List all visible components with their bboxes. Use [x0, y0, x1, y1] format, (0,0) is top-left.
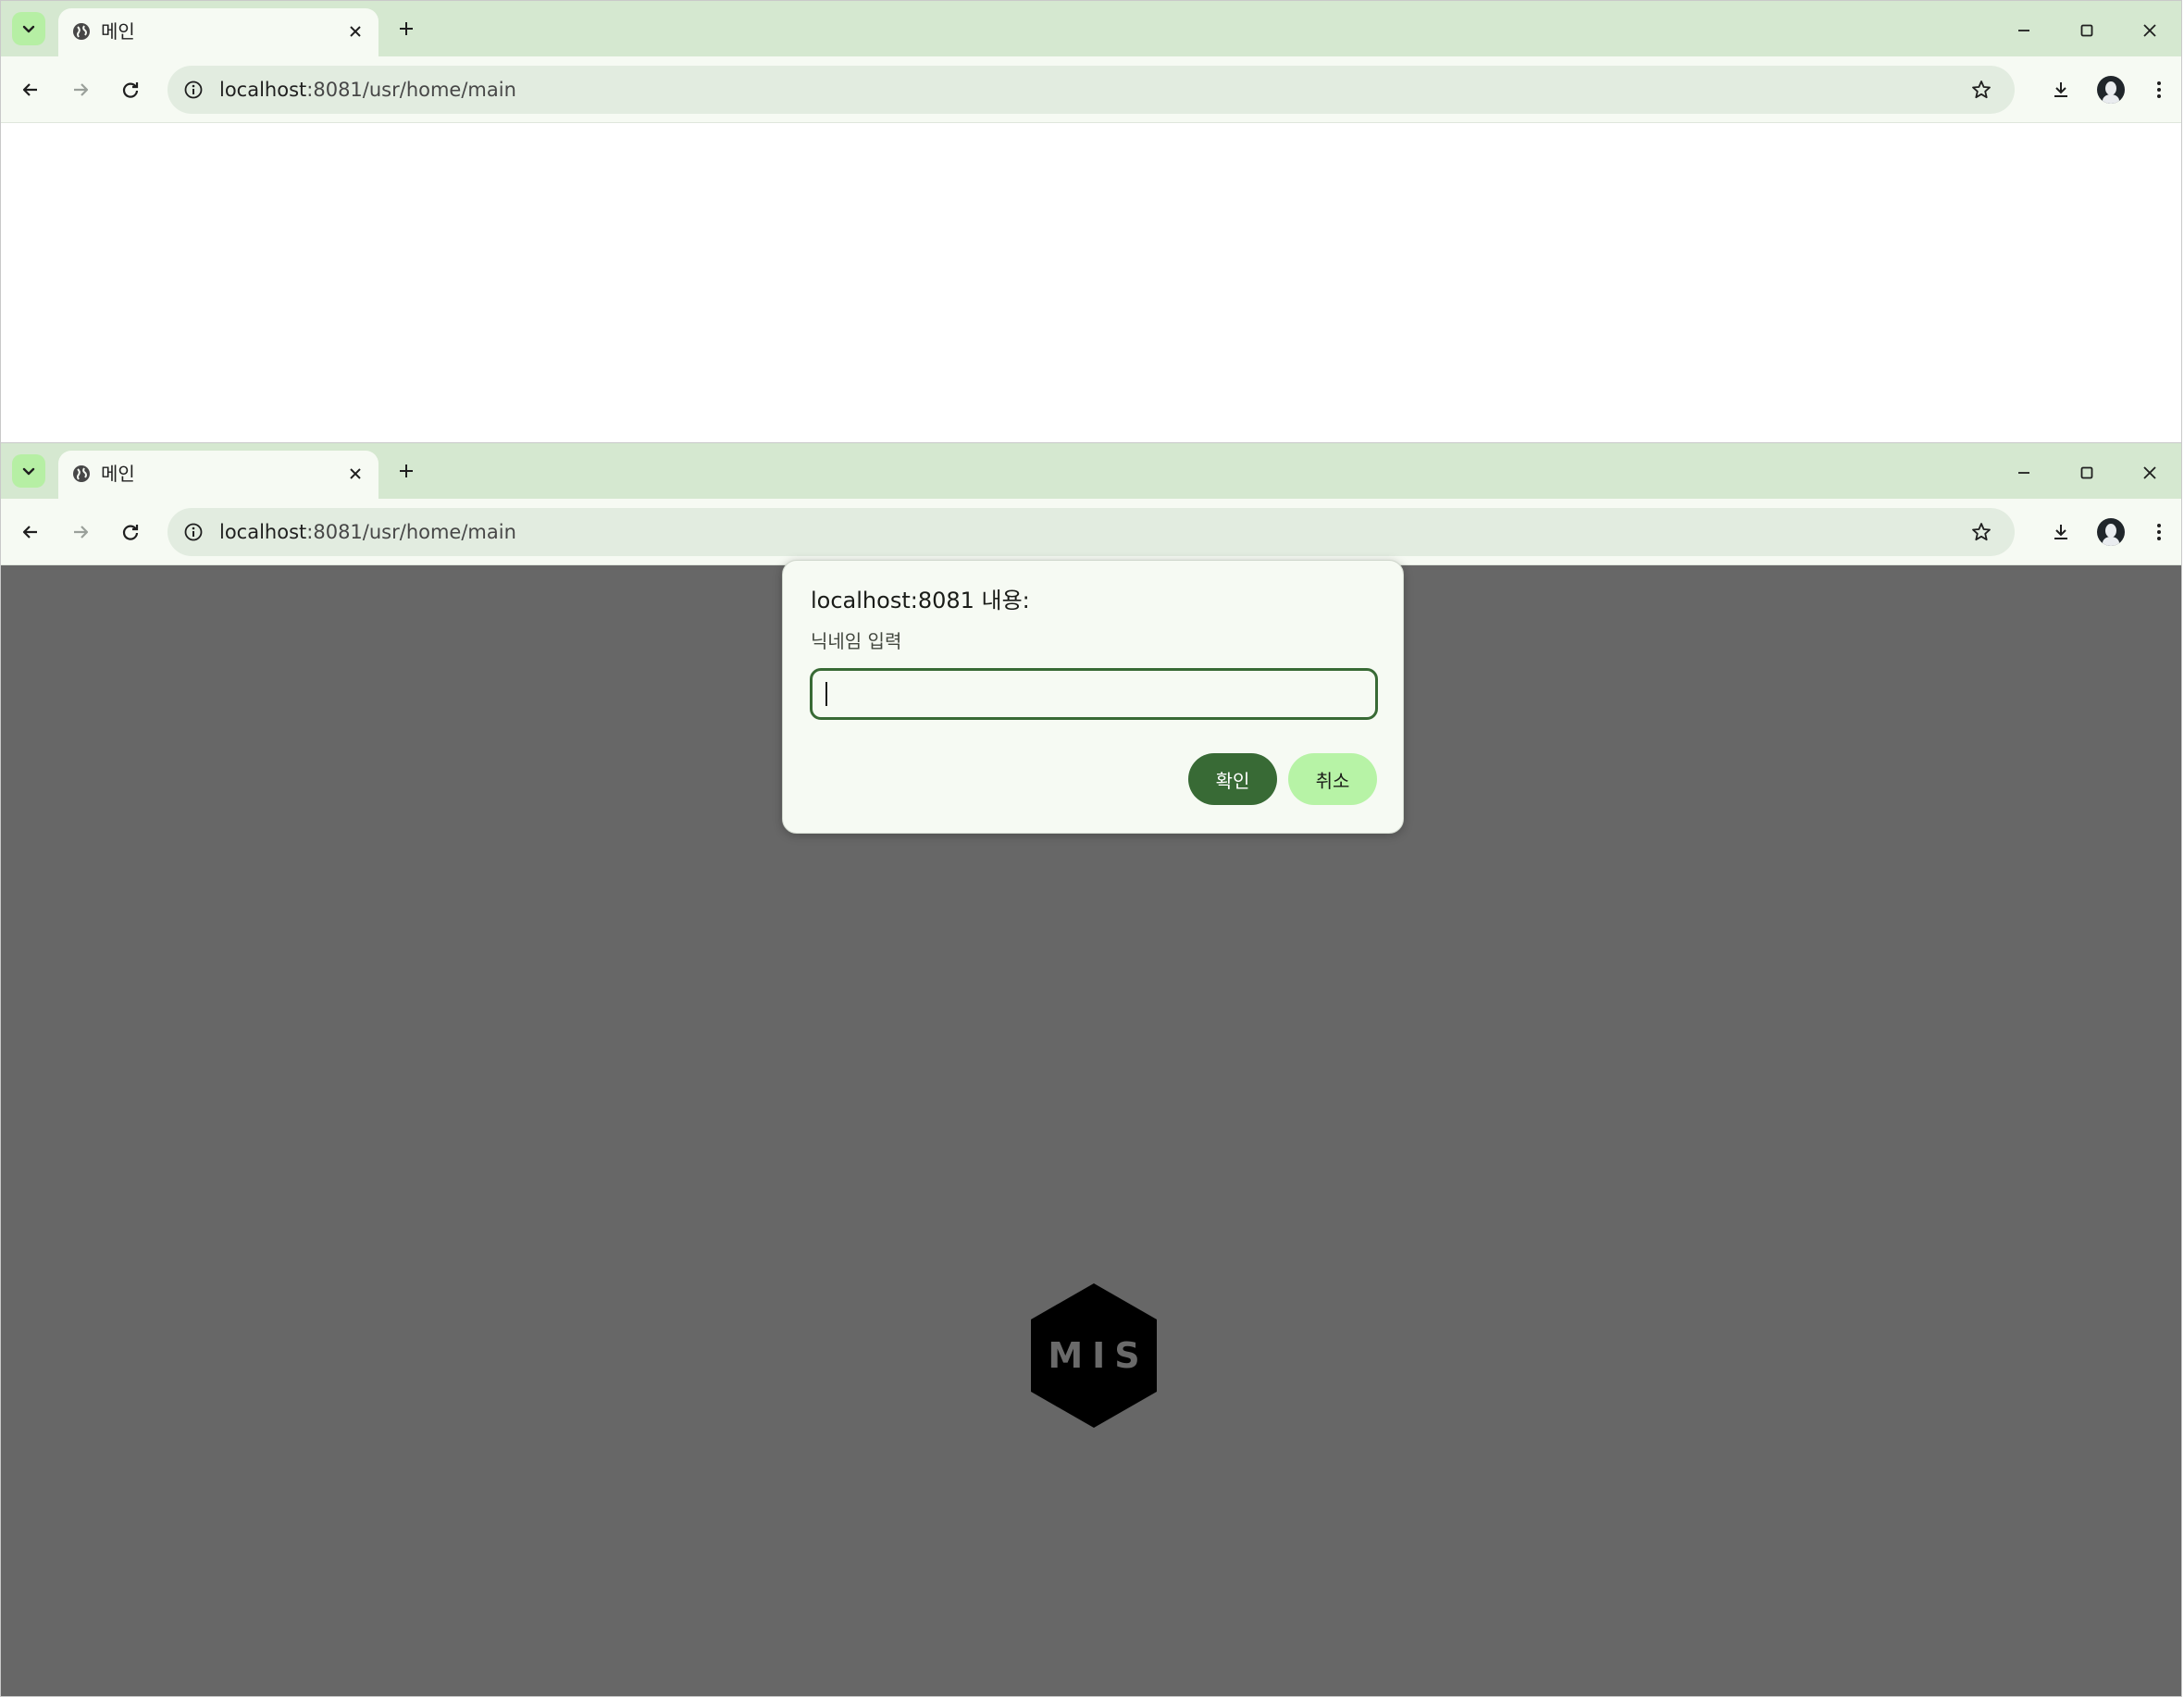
maximize-button[interactable] [2070, 456, 2103, 489]
address-url: localhost:8081/usr/home/main [219, 78, 516, 102]
url-host: localhost [219, 521, 307, 543]
maximize-icon [2080, 24, 2093, 37]
bookmark-button[interactable] [1965, 73, 1998, 106]
minimize-button[interactable] [2007, 456, 2041, 489]
info-icon [184, 523, 203, 541]
site-info-button[interactable] [177, 515, 210, 549]
address-bar[interactable]: localhost:8081/usr/home/main [168, 508, 2015, 556]
downloads-button[interactable] [2044, 73, 2078, 106]
plus-icon [400, 465, 413, 477]
ok-button[interactable]: 확인 [1188, 753, 1277, 805]
globe-icon [69, 19, 93, 43]
minimize-button[interactable] [2007, 14, 2041, 47]
back-button[interactable] [14, 73, 47, 106]
chevron-down-icon [22, 25, 35, 33]
tab-active[interactable]: 메인 [58, 451, 378, 499]
prompt-dialog: localhost:8081 내용: 닉네임 입력 확인 취소 [782, 560, 1404, 834]
kebab-menu-icon [2157, 81, 2161, 98]
text-caret [825, 682, 827, 706]
tab-search-button[interactable] [12, 454, 45, 488]
address-bar[interactable]: localhost:8081/usr/home/main [168, 66, 2015, 114]
download-icon [2054, 82, 2067, 97]
minimize-icon [2018, 30, 2029, 31]
browser-toolbar: localhost:8081/usr/home/main [1, 499, 2181, 565]
close-icon [2143, 466, 2156, 479]
dialog-message: 닉네임 입력 [811, 630, 902, 652]
tab-search-button[interactable] [12, 12, 45, 45]
arrow-right-icon [74, 83, 89, 96]
mis-logo: MIS [1031, 1283, 1157, 1428]
star-icon [1972, 81, 1991, 99]
download-icon [2054, 525, 2067, 539]
window-close-button[interactable] [2133, 14, 2166, 47]
maximize-button[interactable] [2070, 14, 2103, 47]
url-path: :8081/usr/home/main [306, 521, 516, 543]
arrow-right-icon [74, 526, 89, 539]
bookmark-button[interactable] [1965, 515, 1998, 549]
browser-toolbar: localhost:8081/usr/home/main [1, 56, 2181, 123]
browser-window-1: 메인 localhost:8081/usr/home/main [0, 0, 2182, 444]
kebab-menu-icon [2157, 524, 2161, 540]
logo-text: MIS [1048, 1335, 1149, 1376]
site-info-button[interactable] [177, 73, 210, 106]
arrow-left-icon [22, 526, 37, 539]
forward-button[interactable] [64, 515, 97, 549]
maximize-icon [2080, 466, 2093, 479]
tab-close-button[interactable] [343, 462, 367, 486]
url-host: localhost [219, 79, 307, 101]
close-icon [350, 26, 361, 37]
tab-title: 메인 [101, 20, 135, 43]
back-button[interactable] [14, 515, 47, 549]
profile-button[interactable] [2094, 515, 2128, 549]
new-tab-button[interactable] [391, 456, 421, 486]
nickname-input[interactable] [810, 668, 1378, 720]
chevron-down-icon [22, 467, 35, 476]
address-url: localhost:8081/usr/home/main [219, 520, 516, 544]
minimize-icon [2018, 472, 2029, 474]
new-tab-button[interactable] [391, 14, 421, 43]
browser-menu-button[interactable] [2142, 515, 2176, 549]
reload-icon [122, 82, 139, 98]
close-icon [350, 468, 361, 479]
globe-icon [69, 462, 93, 486]
avatar [2097, 76, 2125, 104]
cancel-button[interactable]: 취소 [1288, 753, 1377, 805]
page-content [1, 123, 2181, 443]
close-icon [2143, 24, 2156, 37]
reload-icon [122, 525, 139, 540]
browser-window-2: 메인 localhost:8081/usr/home/main MIS loca… [0, 442, 2182, 1697]
plus-icon [400, 22, 413, 35]
profile-button[interactable] [2094, 73, 2128, 106]
tab-active[interactable]: 메인 [58, 8, 378, 56]
downloads-button[interactable] [2044, 515, 2078, 549]
tab-close-button[interactable] [343, 19, 367, 43]
info-icon [184, 81, 203, 99]
forward-button[interactable] [64, 73, 97, 106]
window-close-button[interactable] [2133, 456, 2166, 489]
reload-button[interactable] [114, 73, 147, 106]
arrow-left-icon [22, 83, 37, 96]
tab-title: 메인 [101, 463, 135, 485]
tab-strip: 메인 [1, 1, 2181, 56]
avatar [2097, 518, 2125, 546]
dialog-title: localhost:8081 내용: [811, 588, 1030, 613]
reload-button[interactable] [114, 515, 147, 549]
star-icon [1972, 523, 1991, 541]
browser-menu-button[interactable] [2142, 73, 2176, 106]
tab-strip: 메인 [1, 443, 2181, 499]
url-path: :8081/usr/home/main [306, 79, 516, 101]
